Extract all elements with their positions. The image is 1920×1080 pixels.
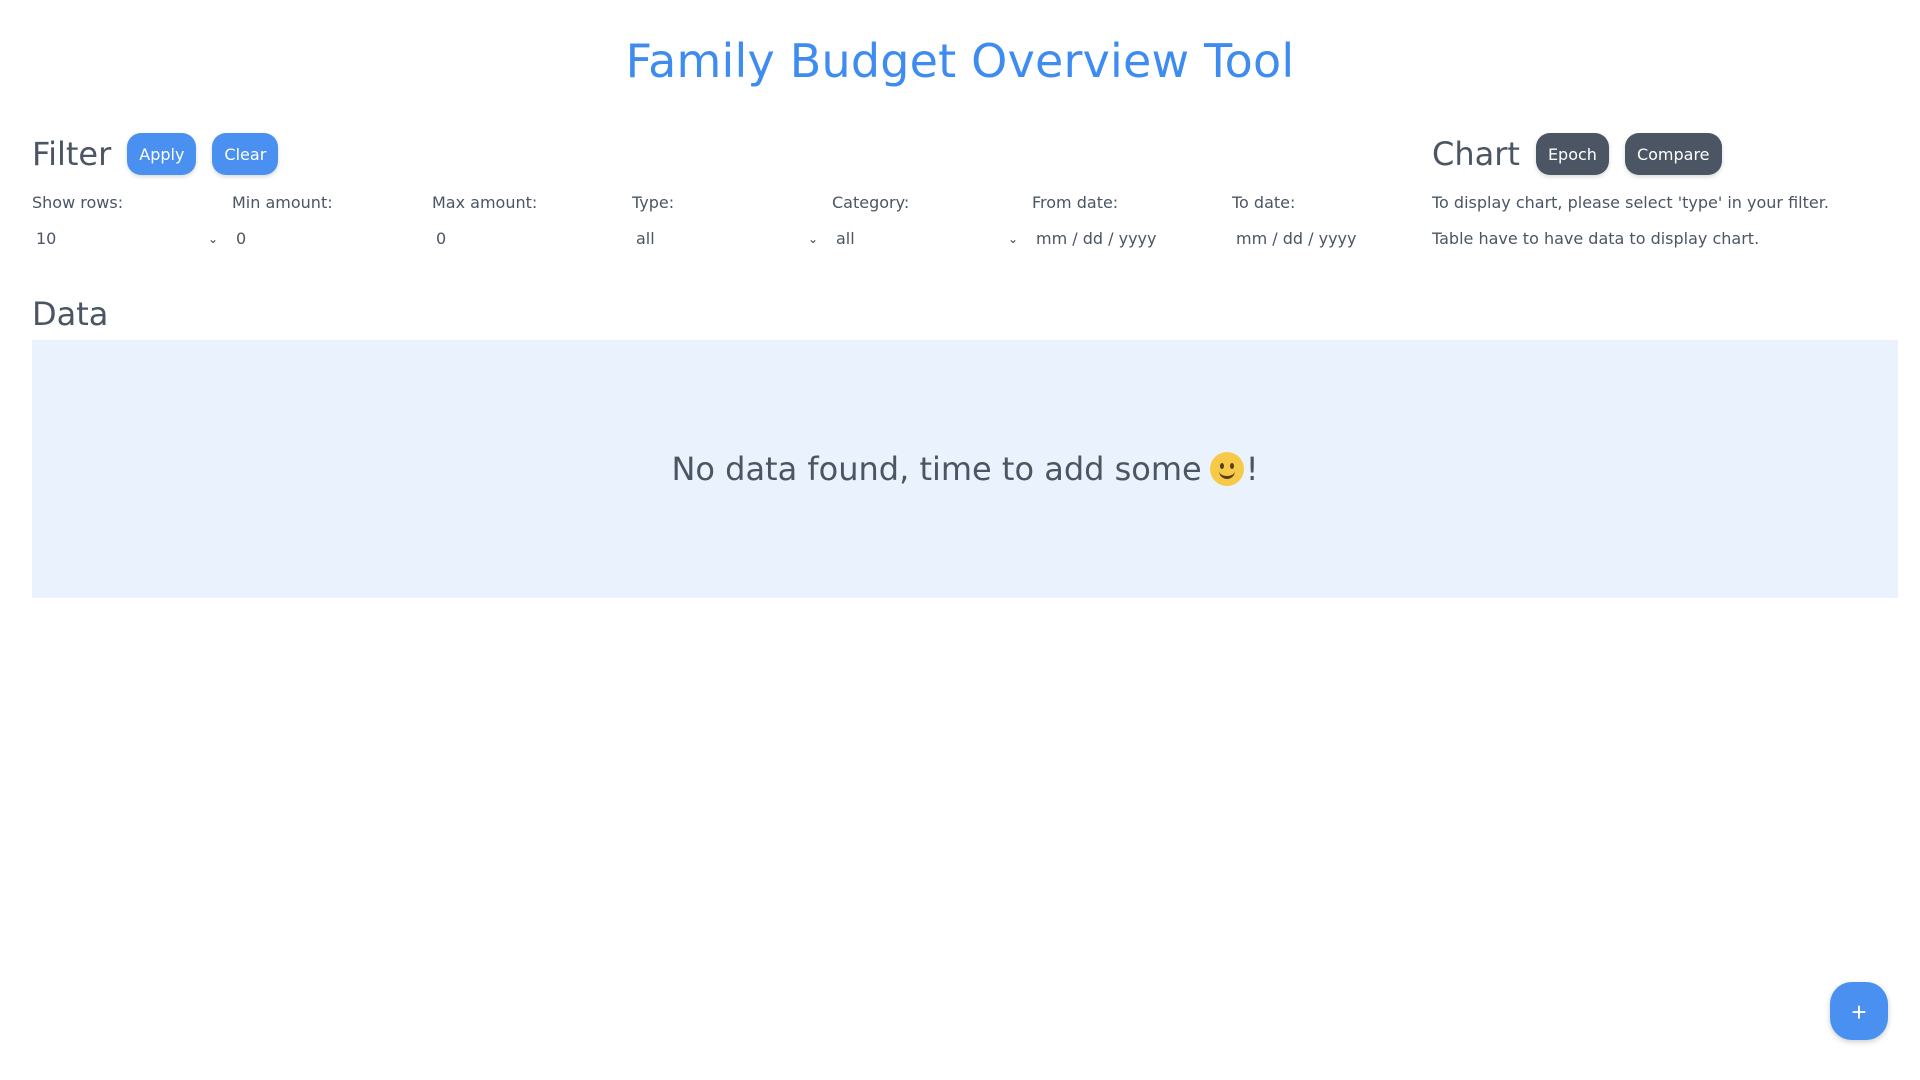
compare-button[interactable]: Compare bbox=[1624, 133, 1722, 175]
from-date-placeholder: mm / dd / yyyy bbox=[1036, 229, 1157, 248]
type-field: Type: all ⌄ bbox=[632, 192, 832, 252]
data-section: Data No data found, time to add some ! bbox=[32, 292, 1898, 598]
top-row: Filter Apply Clear Show rows: 10 ⌄ Min a… bbox=[32, 132, 1888, 292]
max-amount-field: Max amount: 0 bbox=[432, 192, 632, 252]
plus-icon: + bbox=[1851, 997, 1867, 1027]
to-date-placeholder: mm / dd / yyyy bbox=[1236, 229, 1357, 248]
to-date-label: To date: bbox=[1232, 193, 1296, 212]
show-rows-select[interactable]: 10 ⌄ bbox=[32, 226, 218, 252]
chart-section: Chart Epoch Compare To display chart, pl… bbox=[1432, 132, 1888, 292]
category-field: Category: all ⌄ bbox=[832, 192, 1032, 252]
max-amount-label: Max amount: bbox=[432, 193, 538, 212]
show-rows-label: Show rows: bbox=[32, 193, 124, 212]
smiley-icon bbox=[1209, 452, 1244, 486]
category-value: all bbox=[836, 229, 855, 248]
data-title: Data bbox=[32, 295, 109, 333]
empty-state-message: No data found, time to add some bbox=[671, 450, 1202, 488]
empty-state: No data found, time to add some ! bbox=[32, 340, 1898, 598]
type-value: all bbox=[636, 229, 655, 248]
category-label: Category: bbox=[832, 193, 910, 212]
type-select[interactable]: all ⌄ bbox=[632, 226, 818, 252]
type-label: Type: bbox=[632, 193, 675, 212]
from-date-label: From date: bbox=[1032, 193, 1119, 212]
to-date-field: To date: mm / dd / yyyy bbox=[1232, 192, 1432, 252]
chart-header: Chart Epoch Compare bbox=[1432, 132, 1888, 176]
chevron-down-icon: ⌄ bbox=[807, 232, 818, 246]
chart-info: To display chart, please select 'type' i… bbox=[1432, 192, 1888, 250]
min-amount-field: Min amount: 0 bbox=[232, 192, 432, 252]
show-rows-value: 10 bbox=[36, 229, 57, 248]
show-rows-field: Show rows: 10 ⌄ bbox=[32, 192, 232, 252]
from-date-input[interactable]: mm / dd / yyyy bbox=[1032, 226, 1218, 252]
chevron-down-icon: ⌄ bbox=[207, 232, 218, 246]
clear-button[interactable]: Clear bbox=[212, 133, 279, 175]
from-date-field: From date: mm / dd / yyyy bbox=[1032, 192, 1232, 252]
filter-header: Filter Apply Clear bbox=[32, 132, 1432, 176]
min-amount-input[interactable]: 0 bbox=[232, 226, 418, 252]
max-amount-input[interactable]: 0 bbox=[432, 226, 618, 252]
empty-state-suffix: ! bbox=[1245, 450, 1259, 488]
add-entry-button[interactable]: + bbox=[1830, 982, 1888, 1040]
min-amount-label: Min amount: bbox=[232, 193, 333, 212]
to-date-input[interactable]: mm / dd / yyyy bbox=[1232, 226, 1418, 252]
min-amount-value: 0 bbox=[236, 229, 247, 248]
chart-title: Chart bbox=[1432, 135, 1520, 173]
page: Family Budget Overview Tool Filter Apply… bbox=[0, 0, 1920, 1080]
apply-button[interactable]: Apply bbox=[127, 133, 197, 175]
chevron-down-icon: ⌄ bbox=[1007, 232, 1018, 246]
filter-title: Filter bbox=[32, 135, 112, 173]
chart-info-line-2: Table have to have data to display chart… bbox=[1432, 229, 1760, 248]
filter-section: Filter Apply Clear Show rows: 10 ⌄ Min a… bbox=[32, 132, 1432, 292]
category-select[interactable]: all ⌄ bbox=[832, 226, 1018, 252]
app-title: Family Budget Overview Tool bbox=[625, 34, 1295, 88]
epoch-button[interactable]: Epoch bbox=[1535, 133, 1609, 175]
max-amount-value: 0 bbox=[436, 229, 447, 248]
filter-fields: Show rows: 10 ⌄ Min amount: 0 Max amount… bbox=[32, 192, 1432, 252]
chart-info-line-1: To display chart, please select 'type' i… bbox=[1432, 193, 1829, 212]
